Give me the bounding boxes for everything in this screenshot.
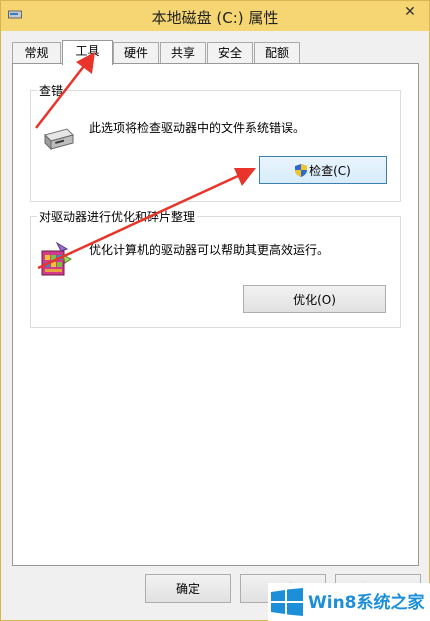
hard-drive-icon	[44, 128, 74, 151]
check-button-label: 检查(C)	[309, 163, 351, 178]
defrag-icon	[41, 241, 72, 276]
tab-quota[interactable]: 配额	[254, 42, 300, 64]
window-title: 本地磁盘 (C:) 属性	[151, 9, 279, 27]
tab-general[interactable]: 常规	[12, 42, 61, 64]
error-checking-group: 查错 此选项将检查驱动器中的文件系统错误。 检查(C)	[30, 82, 401, 202]
ok-button[interactable]: 确定	[145, 574, 231, 603]
tools-panel: 查错 此选项将检查驱动器中的文件系统错误。 检查(C) 对驱动器进行优化和碎片整…	[12, 63, 419, 566]
watermark-text: Win8系统之家	[308, 593, 425, 613]
tab-bar: 常规 工具 硬件 共享 安全 配额	[12, 40, 418, 65]
error-checking-description: 此选项将检查驱动器中的文件系统错误。	[89, 121, 306, 135]
tab-sharing[interactable]: 共享	[160, 42, 206, 64]
optimize-description: 优化计算机的驱动器可以帮助其更高效运行。	[89, 243, 330, 257]
windows-logo-icon	[271, 588, 303, 616]
uac-shield-icon	[295, 163, 308, 177]
tab-security[interactable]: 安全	[207, 42, 253, 64]
close-button[interactable]: ✕	[393, 1, 427, 23]
optimize-button[interactable]: 优化(O)	[243, 285, 386, 313]
optimize-label: 对驱动器进行优化和碎片整理	[37, 208, 198, 225]
check-button[interactable]: 检查(C)	[259, 156, 387, 184]
optimize-group: 对驱动器进行优化和碎片整理 优化计算机的驱动器可以帮助其更高效运行。 优化(O)	[30, 208, 401, 328]
properties-window: 本地磁盘 (C:) 属性 ✕ 常规 工具 硬件 共享 安全 配额 查错 此选项将…	[0, 0, 430, 621]
tab-hardware[interactable]: 硬件	[113, 42, 159, 64]
tab-tools[interactable]: 工具	[62, 40, 113, 65]
watermark: Win8系统之家	[268, 583, 430, 621]
error-checking-label: 查错	[37, 82, 66, 99]
title-bar[interactable]: 本地磁盘 (C:) 属性 ✕	[1, 1, 429, 31]
